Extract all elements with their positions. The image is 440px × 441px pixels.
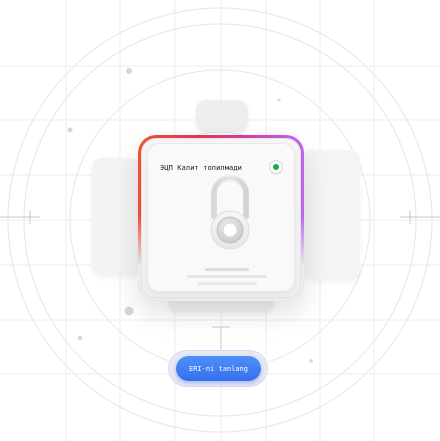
select-key-button[interactable]: ERI-ni tanlang [176, 356, 261, 381]
placeholder-line [205, 268, 249, 271]
key-card-body: ЭЦП Калит топилмади [141, 138, 301, 298]
key-card: ЭЦП Калит топилмади [138, 135, 304, 301]
padlock-icon [210, 175, 250, 250]
key-card-inner: ЭЦП Калит топилмади [147, 143, 295, 292]
decor-panel [196, 100, 248, 132]
decor-panel [302, 150, 360, 280]
placeholder-line [187, 275, 267, 278]
auth-screen: ЭЦП Калит топилмади ERI-ni tanlang [0, 0, 440, 441]
status-dot-icon [270, 161, 282, 173]
placeholder-line [197, 282, 257, 285]
decor-panel [92, 158, 140, 276]
card-title: ЭЦП Калит топилмади [160, 164, 242, 172]
